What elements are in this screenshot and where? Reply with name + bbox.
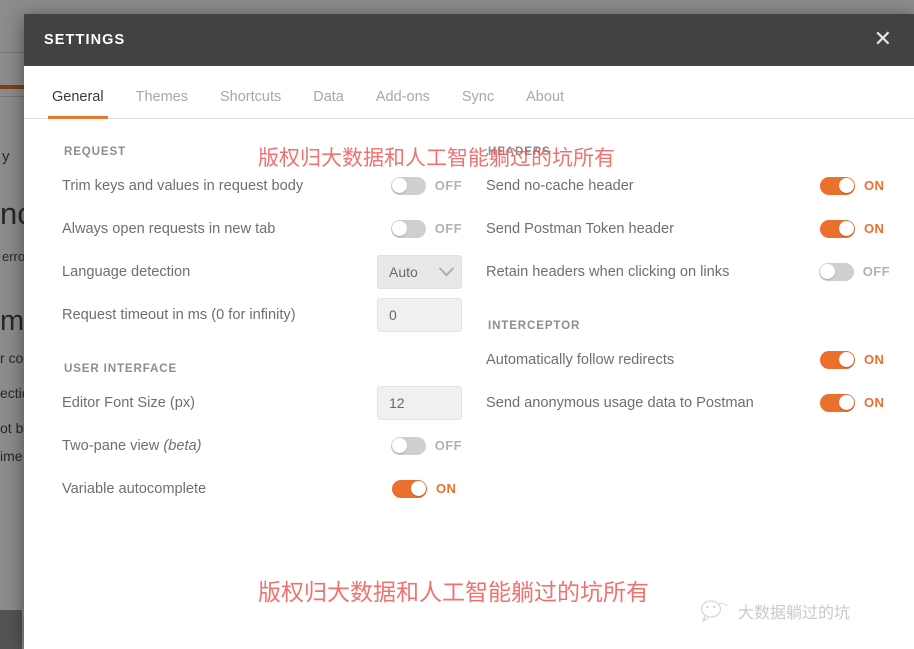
toggle-automatically-follow-redirects[interactable]: ON [820, 350, 890, 369]
toggle-send-postman-token-header[interactable]: ON [820, 219, 890, 238]
toggle-knob [392, 438, 408, 453]
settings-tabs: General Themes Shortcuts Data Add-ons Sync Abo… [24, 66, 914, 119]
toggle-always-open-requests-in-new-tab[interactable]: OFF [390, 219, 462, 238]
group-title-headers: HEADERS [488, 145, 551, 158]
setting-label-variable-autocomplete: Variable autocomplete [62, 480, 207, 497]
setting-label-retain-headers-when-clicking-on-links: Retain headers when clicking on links [486, 263, 730, 280]
setting-label-trim-keys-and-values-in-request-body: Trim keys and values in request body [62, 177, 304, 194]
setting-label-language-detection: Language detection [62, 263, 191, 280]
tab-add-ons[interactable]: Add-ons [360, 89, 446, 118]
tab-shortcuts[interactable]: Shortcuts [204, 89, 297, 118]
toggle-state-label: ON [864, 395, 885, 410]
toggle-track[interactable] [820, 350, 855, 369]
toggle-state-label: OFF [862, 264, 890, 279]
settings-row: Always open requests in new tab OFF [62, 207, 462, 250]
close-icon[interactable]: ✕ [870, 27, 896, 53]
toggle-track[interactable] [390, 176, 426, 195]
setting-label-send-anonymous-usage-data-to-postman: Send anonymous usage data to Postman [486, 394, 754, 411]
settings-row: Trim keys and values in request body OFF [62, 164, 462, 207]
select-value: Auto [389, 263, 418, 280]
toggle-track[interactable] [820, 393, 855, 412]
group-title-user-interface: USER INTERFACE [64, 362, 178, 375]
settings-row: Send Postman Token header ON [486, 207, 890, 250]
tab-about[interactable]: About [510, 89, 580, 118]
toggle-knob [410, 481, 426, 496]
setting-label-request-timeout-in-ms-0-for-infinity: Request timeout in ms (0 for infinity) [62, 306, 296, 323]
settings-row: Request timeout in ms (0 for infinity) 0 [62, 293, 462, 336]
setting-label-two-pane-view: Two-pane view (beta) [62, 438, 391, 454]
toggle-state-label: ON [864, 352, 885, 367]
tab-sync[interactable]: Sync [446, 89, 510, 118]
toggle-track[interactable] [390, 219, 426, 238]
toggle-track[interactable] [818, 262, 854, 281]
toggle-knob [392, 221, 408, 236]
settings-row: Send anonymous usage data to Postman ON [486, 381, 890, 424]
toggle-retain-headers-when-clicking-on-links[interactable]: OFF [818, 262, 890, 281]
toggle-knob [392, 178, 408, 193]
toggle-track[interactable] [820, 176, 855, 195]
toggle-state-label: ON [864, 221, 885, 236]
settings-row: Send no-cache header ON [486, 164, 890, 207]
toggle-knob [838, 221, 854, 236]
toggle-track[interactable] [390, 436, 426, 455]
toggle-state-label: ON [436, 481, 457, 496]
settings-body: REQUEST Trim keys and values in request b… [24, 119, 914, 648]
toggle-two-pane-view[interactable]: OFF [390, 436, 462, 455]
toggle-variable-autocomplete[interactable]: ON [392, 479, 462, 498]
settings-column-left: REQUEST Trim keys and values in request b… [62, 145, 462, 510]
input-editor-font-size-px[interactable]: 12 [377, 385, 462, 420]
settings-row: Variable autocomplete ON [62, 467, 462, 510]
toggle-knob [838, 178, 854, 193]
setting-label-text: Two-pane view [62, 437, 164, 454]
setting-label-send-postman-token-header: Send Postman Token header [486, 220, 674, 237]
settings-column-right: HEADERS Send no-cache header ON Send Postma… [486, 145, 890, 424]
toggle-send-anonymous-usage-data-to-postman[interactable]: ON [820, 393, 890, 412]
toggle-track[interactable] [392, 479, 427, 498]
input-value: 12 [389, 394, 405, 411]
toggle-state-label: OFF [434, 221, 462, 236]
input-value: 0 [389, 306, 397, 323]
toggle-trim-keys-and-values-in-request-body[interactable]: OFF [390, 176, 462, 195]
tab-general[interactable]: General [36, 89, 120, 119]
toggle-send-no-cache-header[interactable]: ON [820, 176, 890, 195]
settings-row: Retain headers when clicking on links OFF [486, 250, 890, 293]
page-title: SETTINGS [44, 32, 126, 48]
setting-label-send-no-cache-header: Send no-cache header [486, 177, 634, 194]
select-language-detection[interactable]: Auto [377, 254, 462, 289]
settings-row: Editor Font Size (px) 12 [62, 381, 462, 424]
settings-row: Automatically follow redirects ON [486, 338, 890, 381]
toggle-track[interactable] [820, 219, 855, 238]
settings-row: Language detection Auto [62, 250, 462, 293]
toggle-knob [838, 395, 854, 410]
toggle-knob [838, 352, 854, 367]
setting-label-always-open-requests-in-new-tab: Always open requests in new tab [62, 220, 276, 237]
group-title-interceptor: INTERCEPTOR [488, 319, 581, 332]
tab-data[interactable]: Data [297, 89, 360, 118]
input-request-timeout-in-ms-0-for-infinity[interactable]: 0 [377, 297, 462, 332]
setting-label-badge: (beta) [163, 437, 202, 454]
setting-label-automatically-follow-redirects: Automatically follow redirects [486, 351, 675, 368]
toggle-knob [820, 264, 836, 279]
settings-modal: SETTINGS ✕ General Themes Shortcuts Data Add… [24, 14, 914, 649]
modal-titlebar: SETTINGS ✕ [24, 14, 914, 66]
setting-label-editor-font-size-px: Editor Font Size (px) [62, 394, 196, 411]
toggle-state-label: ON [864, 178, 885, 193]
toggle-state-label: OFF [434, 178, 462, 193]
tab-themes[interactable]: Themes [120, 89, 204, 118]
group-title-request: REQUEST [64, 145, 126, 158]
toggle-state-label: OFF [434, 438, 462, 453]
settings-row: Two-pane view (beta) OFF [62, 424, 462, 467]
chevron-down-icon [438, 260, 455, 277]
